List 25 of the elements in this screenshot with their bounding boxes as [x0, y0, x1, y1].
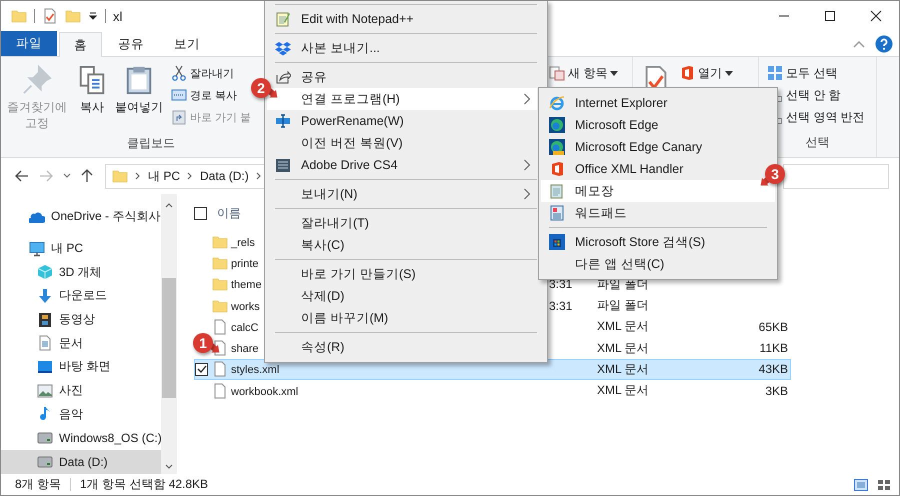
size-cell: 11KB — [760, 341, 788, 356]
size-cell: 43KB — [758, 362, 788, 376]
type-cell: 파일 폴더 — [597, 298, 648, 312]
file-name: styles.xml — [231, 364, 280, 376]
date-cell: 3:31 — [549, 298, 572, 313]
step-badge: 1 — [193, 333, 213, 353]
size-cell: 65KB — [758, 320, 788, 334]
file-name: calcC — [231, 322, 259, 334]
file-name: printe — [231, 258, 259, 270]
group-label: 선택 — [806, 134, 830, 151]
window-title: xl — [113, 8, 122, 24]
selection-info: 1개 항목 선택함 42.8KB — [80, 476, 208, 493]
file-name: works — [231, 300, 260, 313]
file-name: theme — [231, 279, 262, 292]
type-cell: XML 문서 — [597, 319, 649, 334]
file-name: share — [231, 343, 259, 356]
group-label: 클립보드 — [127, 135, 175, 152]
file-name: workbook.xml — [231, 386, 298, 398]
file-name: _rels — [231, 236, 255, 249]
type-cell: XML 문서 — [597, 362, 649, 376]
type-cell: XML 문서 — [597, 340, 649, 355]
item-count: 8개 항목 — [15, 476, 62, 493]
size-cell: 3KB — [765, 384, 788, 398]
type-cell: XML 문서 — [597, 383, 649, 398]
date-cell: 3:31 — [549, 277, 572, 292]
